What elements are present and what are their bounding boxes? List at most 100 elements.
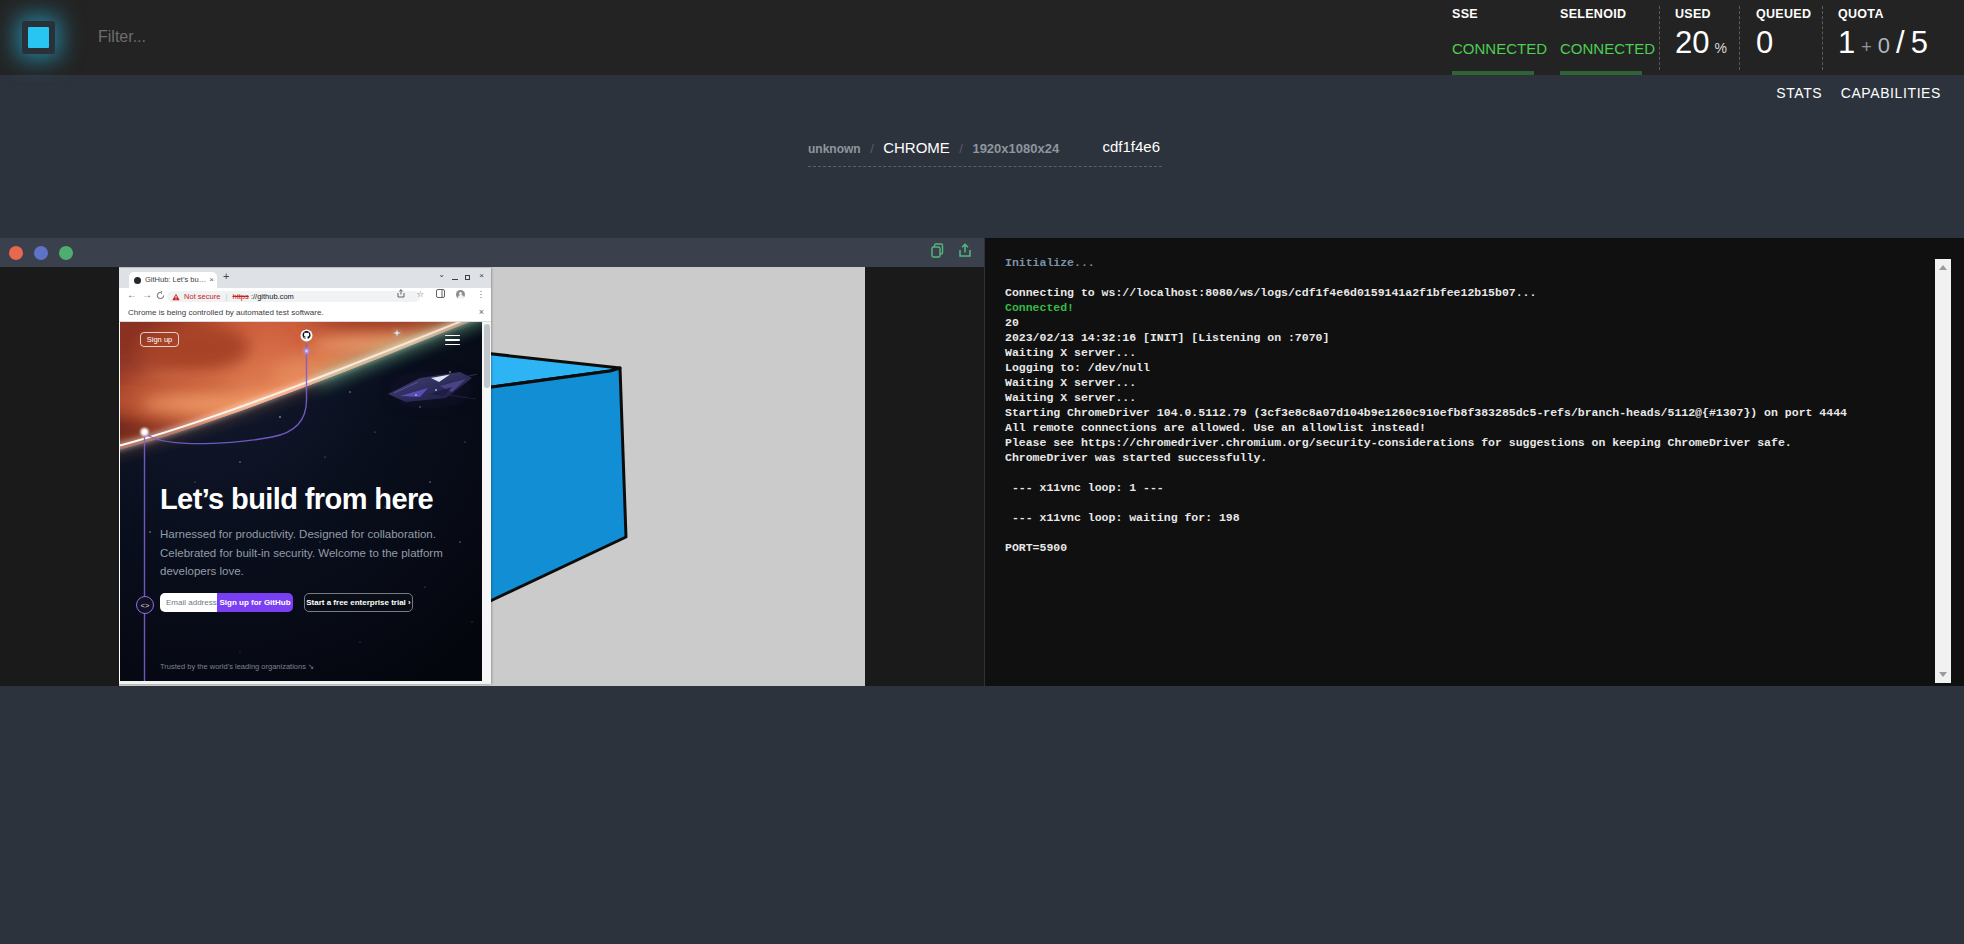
new-tab-button[interactable]: + bbox=[223, 270, 229, 282]
selenoid-value: CONNECTED bbox=[1560, 40, 1655, 57]
forward-icon[interactable]: → bbox=[142, 289, 152, 300]
quota-slash: / bbox=[1896, 25, 1905, 61]
menu-kebab-icon[interactable]: ⋮ bbox=[477, 289, 486, 299]
queued-metric: QUEUED 0 bbox=[1756, 0, 1822, 75]
github-signup-button[interactable]: Sign up for GitHub bbox=[217, 593, 293, 612]
log-line: 20 bbox=[1005, 315, 1915, 330]
nav-capabilities-link[interactable]: CAPABILITIES bbox=[1841, 85, 1941, 101]
side-panel-icon[interactable] bbox=[436, 289, 445, 300]
page-scrollbar[interactable] bbox=[482, 322, 491, 681]
infobar-text: Chrome is being controlled by automated … bbox=[128, 308, 324, 317]
log-line: --- x11vnc loop: waiting for: 198 bbox=[1005, 510, 1915, 525]
infobar-close-icon[interactable]: × bbox=[479, 307, 484, 317]
quota-label: QUOTA bbox=[1838, 7, 1884, 21]
url-text: ://github.com bbox=[251, 292, 294, 301]
sse-underline bbox=[1452, 71, 1534, 75]
used-unit: % bbox=[1714, 40, 1726, 56]
page-scrollbar-thumb[interactable] bbox=[484, 324, 490, 388]
vnc-close-button[interactable] bbox=[9, 246, 23, 260]
github-subheading: Harnessed for productivity. Designed for… bbox=[160, 525, 460, 581]
copy-icon[interactable] bbox=[931, 243, 944, 262]
enterprise-trial-label: Start a free enterprise trial bbox=[306, 598, 406, 607]
github-signup-link[interactable]: Sign up bbox=[140, 332, 179, 347]
log-line bbox=[1005, 270, 1915, 285]
browser-window: GitHub: Let’s build from here × + ⌄ × ← … bbox=[119, 268, 491, 684]
browser-toolbar: ← → Not secure | https ://github.com bbox=[119, 288, 491, 304]
log-line: --- x11vnc loop: 1 --- bbox=[1005, 480, 1915, 495]
topbar: SSE CONNECTED SELENOID CONNECTED USED 20… bbox=[0, 0, 1964, 75]
selenoid-label: SELENOID bbox=[1560, 7, 1626, 21]
reload-icon[interactable] bbox=[156, 289, 165, 302]
log-output: Initialize... Connecting to ws://localho… bbox=[1005, 255, 1915, 555]
selenoid-status: SELENOID CONNECTED bbox=[1560, 0, 1648, 75]
chevron-right-icon: › bbox=[408, 598, 411, 607]
quota-total: 5 bbox=[1911, 25, 1928, 61]
queued-label: QUEUED bbox=[1756, 7, 1811, 21]
github-page: <> Sign up Let’s build from here Harness… bbox=[120, 322, 482, 681]
github-logo-icon[interactable] bbox=[300, 329, 313, 342]
nav-stats-link[interactable]: STATS bbox=[1776, 85, 1822, 101]
log-line: All remote connections are allowed. Use … bbox=[1005, 420, 1915, 435]
window-bottom-edge bbox=[119, 681, 491, 684]
vnc-fullscreen-button[interactable] bbox=[59, 246, 73, 260]
vnc-minimize-button[interactable] bbox=[34, 246, 48, 260]
log-scrollbar[interactable] bbox=[1935, 259, 1951, 683]
log-line: Waiting X server... bbox=[1005, 390, 1915, 405]
window-maximize-button[interactable] bbox=[465, 275, 470, 280]
browser-tab[interactable]: GitHub: Let’s build from here × bbox=[129, 272, 217, 288]
profile-avatar[interactable] bbox=[456, 290, 465, 299]
code-badge: <> bbox=[137, 597, 154, 614]
browser-tabstrip: GitHub: Let’s build from here × + ⌄ × bbox=[119, 268, 491, 288]
scroll-up-icon[interactable] bbox=[1939, 265, 1947, 270]
share-icon[interactable] bbox=[958, 243, 972, 262]
separator bbox=[1659, 6, 1660, 70]
url-scheme: https bbox=[233, 292, 249, 301]
tab-search-icon[interactable]: ⌄ bbox=[438, 270, 445, 279]
log-line: Starting ChromeDriver 104.0.5112.79 (3cf… bbox=[1005, 405, 1915, 420]
cube-front-face bbox=[485, 368, 626, 603]
log-line bbox=[1005, 525, 1915, 540]
email-input[interactable] bbox=[160, 593, 217, 612]
used-metric: USED 20 % bbox=[1675, 0, 1739, 75]
back-icon[interactable]: ← bbox=[127, 289, 137, 300]
share-icon[interactable] bbox=[397, 289, 405, 300]
queued-value: 0 bbox=[1756, 25, 1773, 61]
enterprise-trial-button[interactable]: Start a free enterprise trial › bbox=[304, 593, 413, 612]
session-screen: 1920x1080x24 bbox=[972, 141, 1059, 156]
log-panel: Initialize... Connecting to ws://localho… bbox=[985, 238, 1964, 686]
log-line: PORT=5900 bbox=[1005, 540, 1915, 555]
log-line bbox=[1005, 465, 1915, 480]
used-value: 20 bbox=[1675, 25, 1709, 61]
vnc-screen: GitHub: Let’s build from here × + ⌄ × ← … bbox=[119, 267, 865, 686]
quota-plus: + bbox=[1861, 37, 1872, 58]
url-bar[interactable]: Not secure | https ://github.com bbox=[167, 291, 420, 302]
bookmark-star-icon[interactable]: ☆ bbox=[417, 289, 425, 299]
log-line: Waiting X server... bbox=[1005, 375, 1915, 390]
session-card[interactable]: unknown / CHROME / 1920x1080x24 cdf1f4e6 bbox=[808, 133, 1162, 167]
automation-infobar: Chrome is being controlled by automated … bbox=[119, 304, 491, 322]
log-line: Waiting X server... bbox=[1005, 345, 1915, 360]
log-line: ChromeDriver was started successfully. bbox=[1005, 450, 1915, 465]
log-line: Initialize... bbox=[1005, 255, 1915, 270]
session-info: unknown / CHROME / 1920x1080x24 bbox=[808, 139, 1059, 157]
log-line: 2023/02/13 14:32:16 [INIT] [Listening on… bbox=[1005, 330, 1915, 345]
separator: / bbox=[959, 141, 963, 156]
scroll-down-icon[interactable] bbox=[1939, 672, 1947, 677]
hamburger-menu-icon[interactable] bbox=[445, 335, 460, 348]
window-minimize-button[interactable] bbox=[452, 279, 458, 280]
sse-status: SSE CONNECTED bbox=[1452, 0, 1540, 75]
vnc-display[interactable]: GitHub: Let’s build from here × + ⌄ × ← … bbox=[0, 267, 984, 686]
session-browser: CHROME bbox=[883, 139, 950, 156]
nav-links: STATS CAPABILITIES bbox=[1762, 84, 1941, 102]
used-label: USED bbox=[1675, 7, 1711, 21]
github-heading: Let’s build from here bbox=[160, 483, 433, 516]
svg-text:<>: <> bbox=[140, 602, 150, 610]
tab-close-icon[interactable]: × bbox=[209, 275, 214, 284]
log-line bbox=[1005, 495, 1915, 510]
separator bbox=[1739, 6, 1740, 70]
separator bbox=[1822, 6, 1823, 70]
session-id: cdf1f4e6 bbox=[1102, 138, 1160, 155]
quota-pending: 0 bbox=[1878, 33, 1890, 59]
url-warning: Not secure bbox=[184, 292, 220, 301]
window-close-button[interactable]: × bbox=[479, 271, 484, 280]
